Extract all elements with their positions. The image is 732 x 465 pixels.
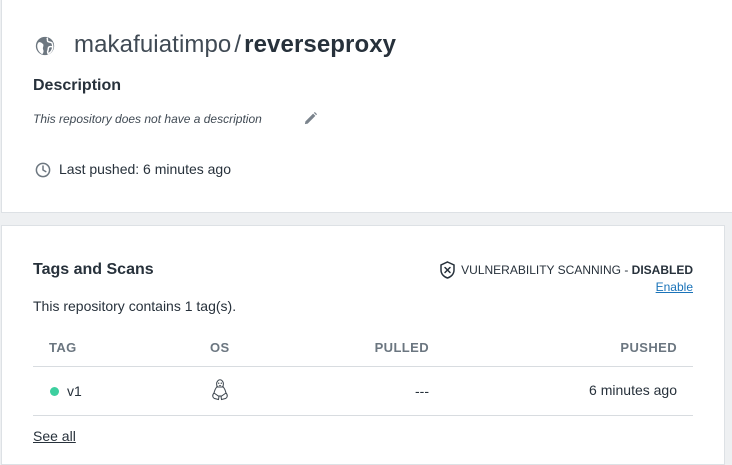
shield-x-icon: [440, 261, 455, 279]
vulnerability-scanning-status: VULNERABILITY SCANNING - DISABLED: [439, 261, 693, 279]
tag-pulled-value: ---: [415, 383, 429, 399]
clock-icon: [35, 162, 51, 178]
description-heading: Description: [33, 77, 122, 94]
tags-table: TAG OS PULLED PUSHED v1 --- 6 minutes ag…: [33, 332, 693, 416]
column-header-os: OS: [210, 340, 230, 355]
enable-scanning-link[interactable]: Enable: [656, 280, 693, 294]
column-header-pushed: PUSHED: [620, 340, 677, 355]
repository-name: reverseproxy: [244, 31, 397, 58]
description-text: This repository does not have a descript…: [33, 112, 262, 126]
see-all-tags-link[interactable]: See all: [33, 428, 76, 444]
vulnerability-status: DISABLED: [631, 263, 693, 277]
tag-status-dot: [50, 387, 59, 396]
pencil-edit-icon[interactable]: [303, 111, 318, 126]
linux-icon: [212, 379, 228, 401]
repository-owner[interactable]: makafuiatimpo: [74, 31, 231, 58]
tag-count-text: This repository contains 1 tag(s).: [33, 298, 237, 314]
globe-icon: [35, 36, 55, 56]
tags-and-scans-heading: Tags and Scans: [33, 261, 154, 278]
tags-table-header: TAG OS PULLED PUSHED: [33, 332, 693, 367]
vulnerability-label: VULNERABILITY SCANNING -: [461, 263, 632, 277]
column-header-tag: TAG: [49, 340, 77, 355]
title-separator: /: [234, 31, 242, 58]
tag-pushed-value: 6 minutes ago: [589, 382, 677, 398]
last-pushed-text: Last pushed: 6 minutes ago: [59, 161, 232, 177]
column-header-pulled: PULLED: [374, 340, 429, 355]
tag-name-link[interactable]: v1: [67, 383, 82, 399]
repository-title: makafuiatimpo / reverseproxy: [74, 31, 396, 59]
table-row[interactable]: v1 --- 6 minutes ago: [33, 367, 693, 416]
